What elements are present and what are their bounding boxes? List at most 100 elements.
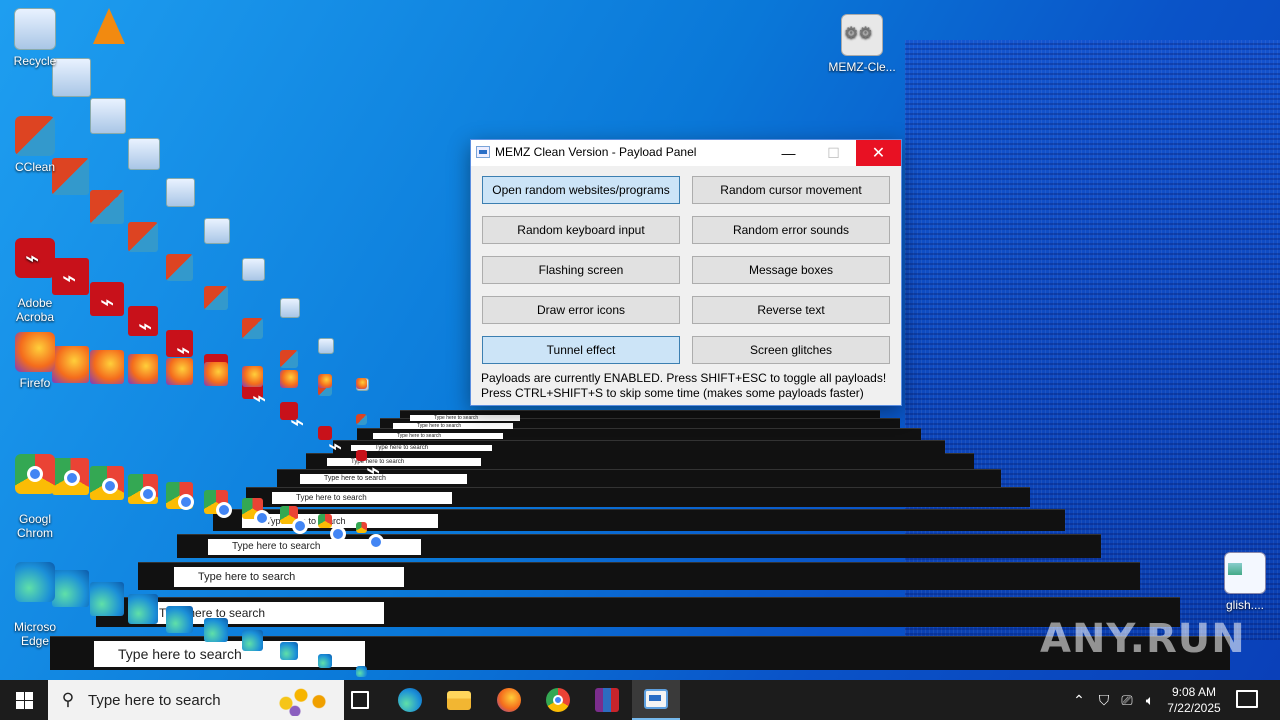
status-text: Payloads are currently ENABLED. Press SH…: [481, 371, 886, 401]
desktop-icon-vlc[interactable]: [74, 8, 144, 52]
file-explorer-icon: [447, 690, 471, 710]
acrobat-icon: [356, 450, 380, 485]
acrobat-icon: [15, 238, 55, 278]
file-icon: [1224, 552, 1266, 594]
taskbar-file-explorer[interactable]: [435, 680, 483, 720]
payload-open-websites-button[interactable]: Open random websites/programs: [482, 176, 680, 204]
recycle-bin-icon: [90, 98, 126, 134]
firefox-icon: [128, 354, 158, 384]
desktop-icon-label: glish....: [1225, 598, 1264, 612]
desktop-icon-label: Firefo: [19, 376, 51, 390]
chrome-icon: [90, 466, 124, 500]
ghost-search-text: Type here to search: [300, 474, 467, 484]
firefox-icon: [166, 358, 193, 385]
ghost-search-text: Type here to search: [272, 492, 452, 504]
payload-tunnel-effect-button[interactable]: Tunnel effect: [482, 336, 680, 364]
taskbar-memz[interactable]: [632, 680, 680, 720]
ghost-taskbar: Type here to search: [357, 428, 921, 440]
payload-message-boxes-button[interactable]: Message boxes: [692, 256, 890, 284]
clock-date: 7/22/2025: [1167, 701, 1221, 715]
desktop-icon-acrobat[interactable]: Adobe Acroba: [0, 224, 70, 324]
tray-overflow-button[interactable]: ⌃: [1068, 680, 1090, 720]
ccleaner-icon: [128, 222, 158, 252]
acrobat-icon: [318, 426, 342, 461]
desktop-icon-chrome[interactable]: Googl Chrom: [0, 440, 70, 540]
volume-icon[interactable]: 🔈︎: [1140, 680, 1160, 720]
edge-icon: [280, 642, 298, 660]
desktop-icon-memz-clean[interactable]: MEMZ-Cle...: [826, 14, 898, 74]
ghost-taskbar: Type here to search: [306, 453, 974, 469]
start-button[interactable]: [0, 680, 48, 720]
desktop-icon-ccleaner[interactable]: CClean: [0, 116, 70, 174]
ccleaner-icon: [204, 286, 228, 310]
taskbar-winrar[interactable]: [583, 680, 631, 720]
desktop-icon-recycle-bin[interactable]: Recycle: [0, 8, 70, 68]
search-highlight-image: [274, 684, 334, 716]
ghost-search-text: Type here to search: [373, 433, 503, 439]
desktop-icon-label: MEMZ-Cle...: [828, 60, 896, 74]
payload-cursor-movement-button[interactable]: Random cursor movement: [692, 176, 890, 204]
memz-payload-window[interactable]: MEMZ Clean Version - Payload Panel — ☐ ✕…: [470, 139, 902, 406]
taskbar-chrome[interactable]: [534, 680, 582, 720]
ghost-search-text: Type here to search: [327, 458, 481, 466]
chrome-icon: [318, 514, 346, 542]
chrome-icon: [280, 506, 308, 534]
acrobat-icon: [90, 282, 124, 317]
edge-icon: [204, 618, 228, 642]
search-placeholder: Type here to search: [88, 691, 221, 709]
window-title: MEMZ Clean Version - Payload Panel: [495, 145, 697, 159]
payload-keyboard-input-button[interactable]: Random keyboard input: [482, 216, 680, 244]
title-bar[interactable]: MEMZ Clean Version - Payload Panel — ☐ ✕: [471, 140, 901, 166]
ccleaner-icon: [15, 116, 55, 156]
chrome-icon: [546, 688, 570, 712]
vlc-icon: [89, 8, 129, 48]
edge-icon: [242, 630, 263, 651]
taskbar-search-box[interactable]: ⚲ Type here to search: [48, 680, 344, 720]
payload-error-icons-button[interactable]: Draw error icons: [482, 296, 680, 324]
taskbar-firefox[interactable]: [485, 680, 533, 720]
ccleaner-icon: [280, 350, 298, 368]
maximize-button[interactable]: ☐: [811, 140, 856, 166]
anyrun-watermark: ANY.RUN: [1040, 616, 1246, 662]
edge-icon: [15, 562, 55, 602]
firefox-icon: [90, 350, 124, 384]
taskbar-edge[interactable]: [386, 680, 434, 720]
desktop-icon-label: CClean: [14, 160, 56, 174]
status-line-2: Press CTRL+SHIFT+S to skip some time (ma…: [481, 386, 864, 400]
chrome-icon: [128, 474, 158, 504]
payload-screen-glitches-button[interactable]: Screen glitches: [692, 336, 890, 364]
ghost-taskbar: Type here to search: [277, 469, 1001, 487]
network-icon[interactable]: ⎚: [1117, 680, 1137, 720]
payload-flashing-screen-button[interactable]: Flashing screen: [482, 256, 680, 284]
firefox-icon: [497, 688, 521, 712]
minimize-button[interactable]: —: [766, 140, 811, 166]
desktop-icon-label: Recycle: [13, 54, 57, 68]
edge-icon: [90, 582, 124, 616]
notification-center-icon[interactable]: [1236, 690, 1258, 708]
ghost-search-text: Type here to search: [410, 415, 520, 421]
chrome-icon: [166, 482, 194, 510]
desktop-icon-firefox[interactable]: Firefo: [0, 332, 70, 390]
firefox-icon: [15, 332, 55, 372]
firefox-icon: [204, 362, 228, 386]
desktop-icon-file[interactable]: glish....: [1210, 552, 1280, 612]
desktop-icon-label: Googl Chrom: [16, 512, 53, 540]
acrobat-icon: [166, 330, 193, 365]
memz-icon: [644, 689, 668, 709]
chrome-icon: [356, 522, 384, 550]
acrobat-icon: [128, 306, 158, 341]
task-view-button[interactable]: [336, 680, 384, 720]
ccleaner-icon: [242, 318, 263, 339]
ghost-search-text: Type here to search: [208, 539, 421, 555]
payload-reverse-text-button[interactable]: Reverse text: [692, 296, 890, 324]
recycle-bin-icon: [242, 258, 265, 281]
payload-error-sounds-button[interactable]: Random error sounds: [692, 216, 890, 244]
ccleaner-icon: [166, 254, 193, 281]
windows-logo-icon: [15, 691, 33, 709]
firefox-icon: [280, 370, 298, 388]
clock[interactable]: 9:08 AM 7/22/2025: [1158, 684, 1230, 716]
close-button[interactable]: ✕: [856, 140, 901, 166]
desktop-icon-edge[interactable]: Microso Edge: [0, 548, 70, 648]
defender-icon[interactable]: ⛉: [1094, 680, 1114, 720]
window-app-icon: [476, 146, 490, 158]
